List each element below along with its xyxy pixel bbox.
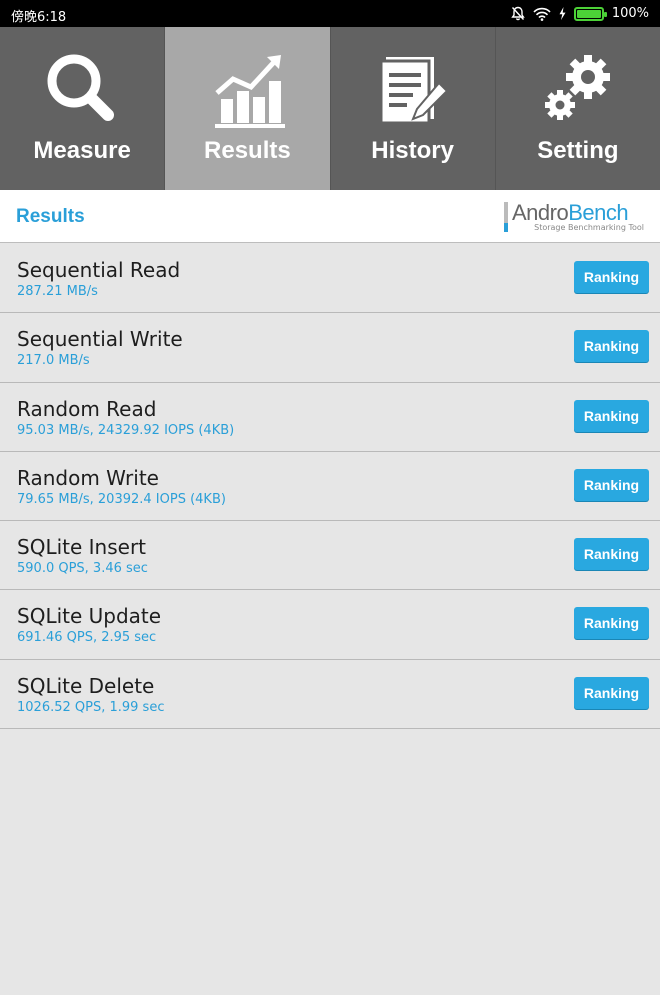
chart-icon: [215, 55, 286, 128]
status-time: 傍晚6:18: [11, 10, 67, 25]
ranking-button[interactable]: Ranking: [574, 607, 649, 640]
page-title: Results: [16, 206, 85, 227]
logo-subtitle: Storage Benchmarking Tool: [534, 223, 644, 232]
result-name: Sequential Write: [17, 327, 183, 352]
result-name: SQLite Insert: [17, 535, 147, 560]
result-name: SQLite Update: [17, 604, 162, 629]
logo-text-part2: Bench: [568, 200, 629, 225]
charging-icon: [559, 7, 566, 20]
result-value: 691.46 QPS, 2.95 sec: [17, 630, 157, 646]
result-value: 217.0 MB/s: [17, 353, 90, 369]
tab-results[interactable]: Results: [165, 27, 331, 190]
result-value: 79.65 MB/s, 20392.4 IOPS (4KB): [17, 491, 226, 507]
logo-text-part1: Andro: [512, 200, 569, 225]
status-icons: 100%: [511, 4, 649, 23]
results-header: Results AndroBench Storage Benchmarking …: [0, 190, 660, 243]
ranking-button[interactable]: Ranking: [574, 468, 649, 501]
ranking-button[interactable]: Ranking: [574, 676, 649, 709]
wifi-icon: [533, 7, 551, 21]
result-row-sqlite-update: SQLite Update 691.46 QPS, 2.95 sec Ranki…: [0, 590, 660, 660]
result-row-sequential-write: Sequential Write 217.0 MB/s Ranking: [0, 313, 660, 383]
tab-measure-label: Measure: [33, 137, 131, 164]
document-edit-icon: [379, 57, 449, 125]
ranking-button[interactable]: Ranking: [574, 330, 649, 363]
result-name: Random Write: [17, 465, 159, 490]
androbench-logo: AndroBench Storage Benchmarking Tool: [504, 200, 644, 234]
result-value: 287.21 MB/s: [17, 284, 98, 299]
magnifier-icon: [47, 54, 115, 121]
result-row-sqlite-delete: SQLite Delete 1026.52 QPS, 1.99 sec Rank…: [0, 660, 660, 730]
result-name: Random Read: [17, 396, 157, 421]
ranking-button[interactable]: Ranking: [574, 538, 649, 571]
result-row-sqlite-insert: SQLite Insert 590.0 QPS, 3.46 sec Rankin…: [0, 521, 660, 591]
status-bar: 傍晚6:18 100%: [0, 0, 660, 27]
logo-bar-icon: [504, 202, 508, 232]
tab-setting-label: Setting: [537, 137, 619, 164]
result-value: 1026.52 QPS, 1.99 sec: [17, 699, 165, 715]
battery-fill: [576, 9, 601, 18]
main-tab-bar: Measure Results History Setting: [0, 27, 660, 190]
battery-percent: 100%: [611, 6, 649, 21]
ranking-button[interactable]: Ranking: [574, 399, 649, 432]
battery-icon: [573, 6, 607, 21]
result-name: SQLite Delete: [17, 673, 155, 698]
result-value: 95.03 MB/s, 24329.92 IOPS (4KB): [17, 422, 235, 438]
tab-measure[interactable]: Measure: [0, 27, 166, 190]
result-row-random-write: Random Write 79.65 MB/s, 20392.4 IOPS (4…: [0, 452, 660, 522]
results-list: Sequential Read 287.21 MB/s Ranking Sequ…: [0, 244, 660, 730]
tab-history-label: History: [371, 137, 454, 164]
result-value: 590.0 QPS, 3.46 sec: [17, 561, 148, 577]
result-row-sequential-read: Sequential Read 287.21 MB/s Ranking: [0, 244, 660, 314]
gears-icon: [544, 55, 610, 120]
result-name: Sequential Read: [17, 258, 181, 282]
tab-history[interactable]: History: [330, 27, 496, 190]
notification-muted-icon: [511, 6, 525, 21]
tab-results-label: Results: [204, 137, 291, 164]
tab-setting[interactable]: Setting: [495, 27, 660, 190]
result-row-random-read: Random Read 95.03 MB/s, 24329.92 IOPS (4…: [0, 383, 660, 452]
ranking-button[interactable]: Ranking: [574, 261, 649, 293]
